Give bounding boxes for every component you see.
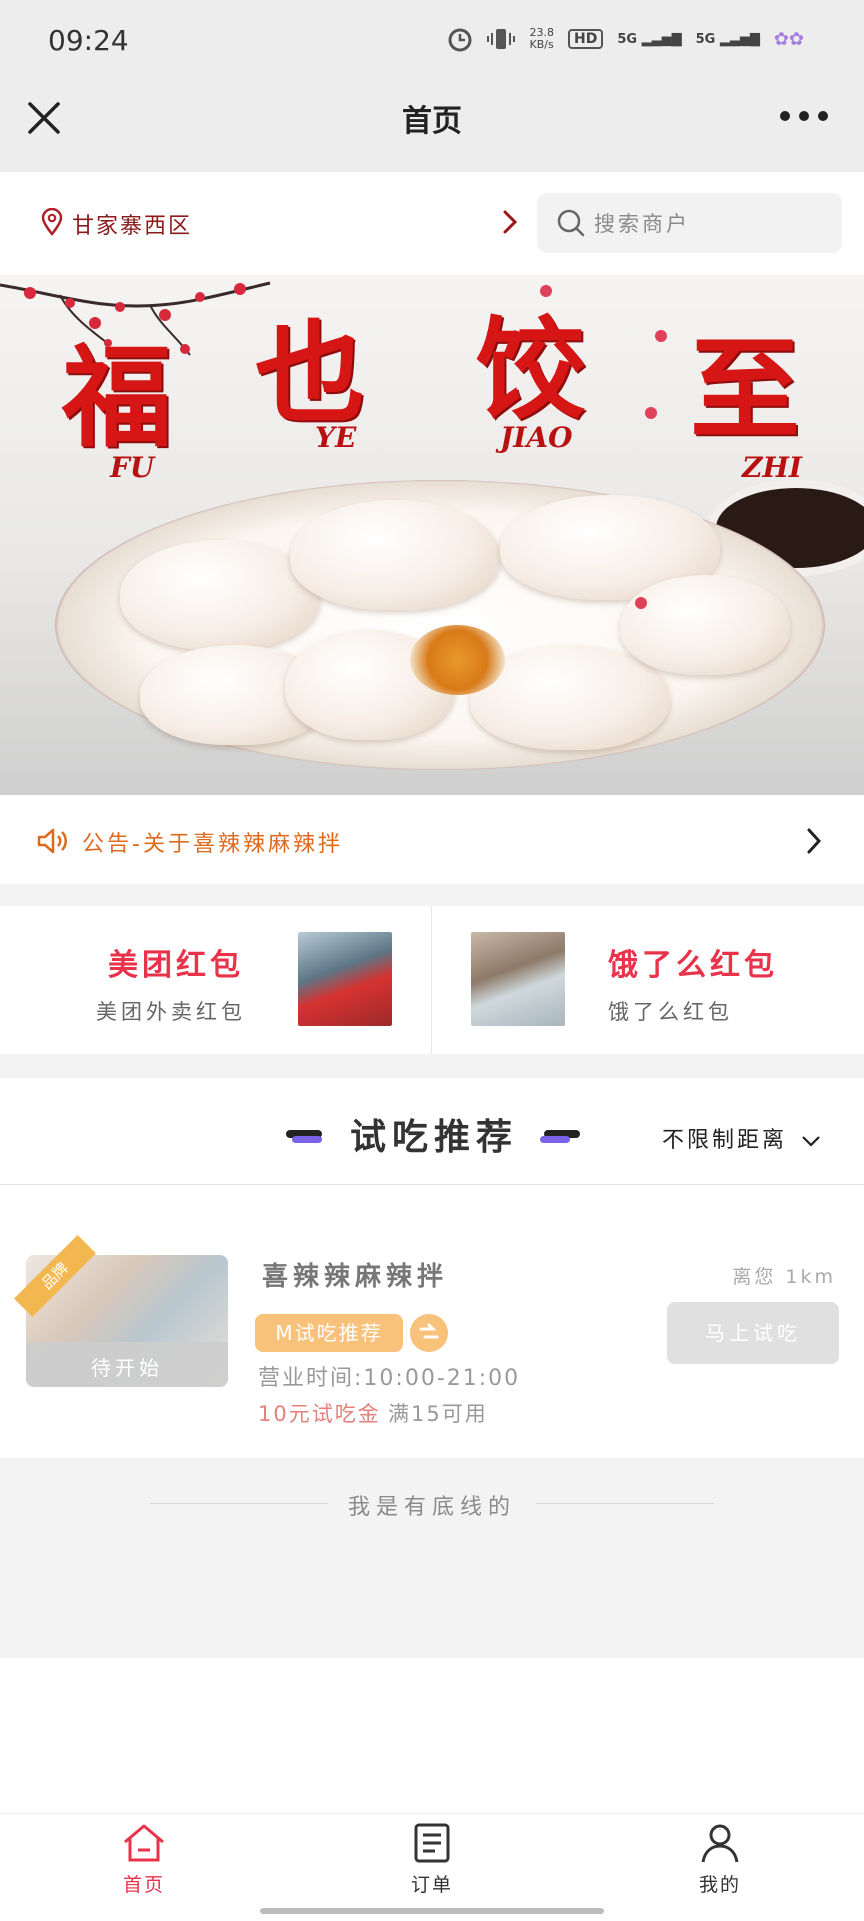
search-placeholder: 搜索商户 bbox=[594, 212, 690, 236]
distance-filter-label: 不限制距离 bbox=[662, 1128, 788, 1153]
tab-home-label: 首页 bbox=[122, 1874, 165, 1896]
speaker-icon bbox=[37, 828, 67, 854]
sim1-label: 5G bbox=[617, 31, 638, 47]
tab-orders-label: 订单 bbox=[410, 1874, 453, 1896]
sim2-label: 5G bbox=[695, 31, 716, 47]
chevron-down-icon bbox=[802, 1136, 820, 1147]
meituan-packet-subtitle: 美团外卖红包 bbox=[96, 1000, 246, 1024]
eleme-packet-image bbox=[471, 932, 565, 1026]
petal bbox=[540, 285, 552, 297]
title-deco-icon bbox=[286, 1130, 322, 1143]
brand-pinyin-3: JIAO bbox=[500, 421, 573, 454]
tab-profile-label: 我的 bbox=[698, 1874, 741, 1896]
sim1-signal: 5G ▂▃▅▇ bbox=[617, 31, 682, 47]
list-end-area bbox=[0, 1458, 864, 1658]
list-end-text: 我是有底线的 bbox=[347, 1495, 516, 1520]
shop-name: 喜辣辣麻辣拌 bbox=[262, 1262, 449, 1292]
chevron-right-icon[interactable] bbox=[500, 208, 520, 236]
location-district[interactable]: 甘家寨西区 bbox=[72, 208, 192, 240]
dumpling bbox=[620, 575, 790, 675]
separator bbox=[0, 884, 864, 906]
brand-pinyin-2: YE bbox=[315, 421, 357, 454]
banner-image[interactable]: 福 也 饺 至 FU YE JIAO ZHI bbox=[0, 275, 864, 795]
order-icon bbox=[414, 1823, 450, 1863]
trial-status: 待开始 bbox=[91, 1356, 163, 1380]
flower-icon: ✿✿ bbox=[773, 28, 804, 50]
eleme-packet-title: 饿了么红包 bbox=[608, 948, 778, 983]
promo-condition: 满15可用 bbox=[388, 1402, 488, 1426]
dumpling bbox=[290, 500, 500, 610]
dumpling-filling bbox=[410, 625, 505, 695]
title-deco-icon bbox=[540, 1130, 580, 1143]
distance-filter-dropdown[interactable]: 不限制距离 bbox=[662, 1122, 821, 1154]
hd-badge: HD bbox=[567, 29, 604, 49]
search-icon bbox=[557, 209, 585, 237]
tab-profile[interactable]: 我的 bbox=[660, 1822, 780, 1897]
notice-text: 公告-关于喜辣辣麻辣拌 bbox=[82, 832, 343, 857]
trial-tag: M试吃推荐 bbox=[255, 1314, 403, 1352]
try-now-button[interactable]: 马上试吃 bbox=[667, 1302, 839, 1364]
trial-section-title: 试吃推荐 bbox=[350, 1117, 519, 1158]
petal bbox=[635, 597, 647, 609]
distance-label: 离您 1km bbox=[732, 1266, 836, 1288]
brand-pinyin-1: FU bbox=[110, 451, 155, 484]
meituan-packet-image bbox=[298, 932, 392, 1026]
separator bbox=[0, 1054, 864, 1078]
arrow-right-icon bbox=[410, 1314, 448, 1352]
net-speed-unit: KB/s bbox=[529, 38, 554, 51]
home-indicator[interactable] bbox=[260, 1908, 604, 1914]
brand-char-1: 福 bbox=[62, 333, 172, 462]
vibrate-icon bbox=[487, 29, 516, 49]
status-icons: 23.8 KB/s HD 5G ▂▃▅▇ 5G ▂▃▅▇ ✿✿ bbox=[447, 26, 804, 52]
profile-icon bbox=[701, 1824, 739, 1863]
status-time: 09:24 bbox=[48, 24, 129, 57]
brand-char-2: 也 bbox=[255, 309, 365, 438]
eleme-packet-subtitle: 饿了么红包 bbox=[608, 1000, 733, 1024]
petal bbox=[655, 330, 667, 342]
chevron-right-icon[interactable] bbox=[804, 826, 824, 856]
business-hours: 营业时间:10:00-21:00 bbox=[258, 1366, 521, 1391]
page-title: 首页 bbox=[402, 104, 462, 139]
net-speed: 23.8 KB/s bbox=[529, 27, 554, 51]
tab-home[interactable]: 首页 bbox=[84, 1822, 204, 1897]
promo-amount: 10元试吃金 bbox=[258, 1402, 381, 1426]
home-icon bbox=[124, 1824, 164, 1862]
brand-char-3: 饺 bbox=[475, 305, 585, 434]
sim2-signal: 5G ▂▃▅▇ bbox=[695, 31, 760, 47]
more-icon[interactable] bbox=[780, 110, 828, 122]
brand-char-4: 至 bbox=[690, 325, 800, 454]
tab-orders[interactable]: 订单 bbox=[372, 1822, 492, 1897]
location-pin-icon bbox=[41, 208, 63, 236]
meituan-packet-title: 美团红包 bbox=[108, 948, 244, 983]
alarm-icon bbox=[448, 28, 472, 52]
petal bbox=[645, 407, 657, 419]
